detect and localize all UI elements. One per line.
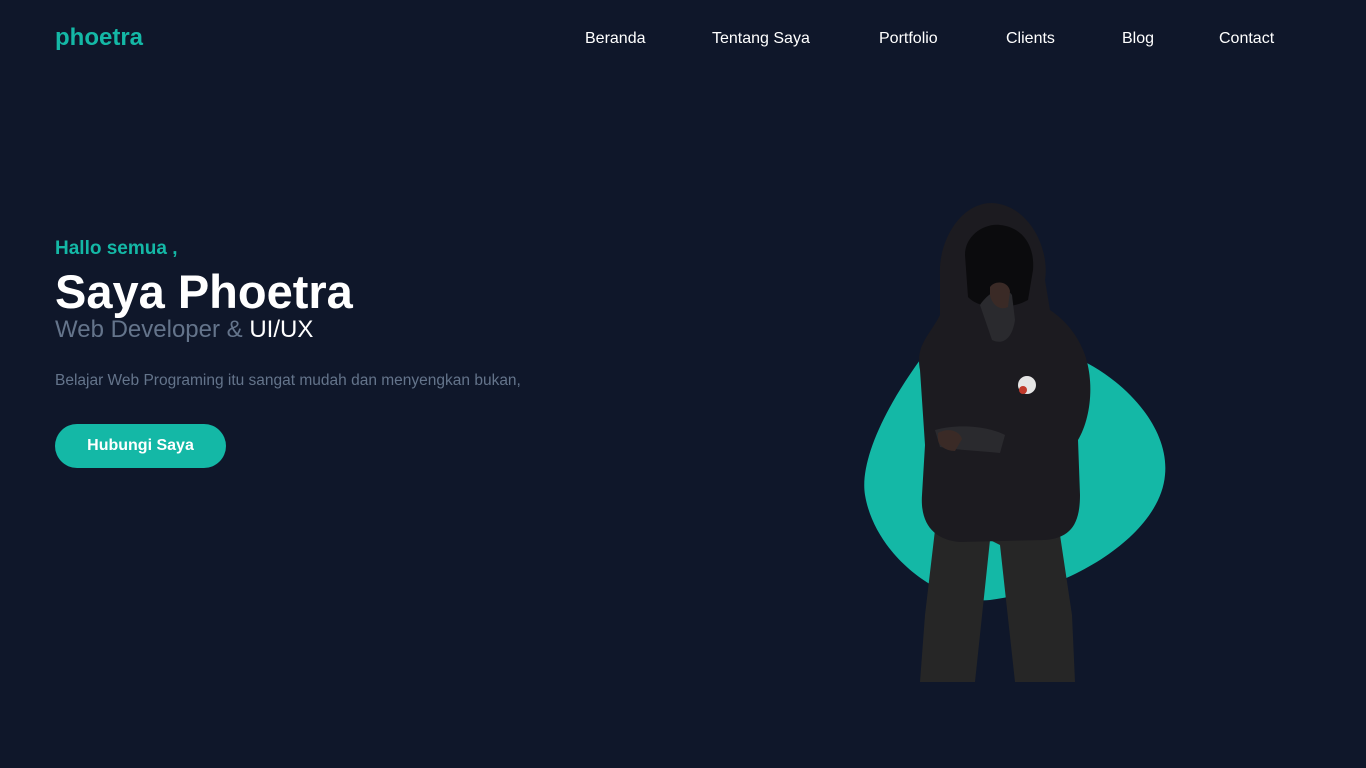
contact-me-button[interactable]: Hubungi Saya	[55, 424, 226, 468]
nav-item-beranda[interactable]: Beranda	[585, 30, 646, 48]
hero-subtitle: Web Developer & UI/UX	[55, 316, 313, 344]
nav-item-tentang-saya[interactable]: Tentang Saya	[712, 30, 810, 48]
hero-subtitle-role: Web Developer &	[55, 316, 243, 343]
page: phoetra Beranda Tentang Saya Portfolio C…	[0, 0, 1366, 768]
hero-subtitle-accent: UI/UX	[249, 316, 314, 343]
nav-item-portfolio[interactable]: Portfolio	[879, 30, 938, 48]
main-nav: Beranda Tentang Saya Portfolio Clients B…	[0, 30, 1366, 52]
hero-greeting: Hallo semua ,	[55, 238, 178, 259]
nav-item-clients[interactable]: Clients	[1006, 30, 1055, 48]
nav-item-contact[interactable]: Contact	[1219, 30, 1274, 48]
nav-item-blog[interactable]: Blog	[1122, 30, 1154, 48]
hero-portrait	[864, 203, 1166, 682]
hero-description: Belajar Web Programing itu sangat mudah …	[55, 372, 521, 389]
hero-title: Saya Phoetra	[55, 265, 353, 318]
